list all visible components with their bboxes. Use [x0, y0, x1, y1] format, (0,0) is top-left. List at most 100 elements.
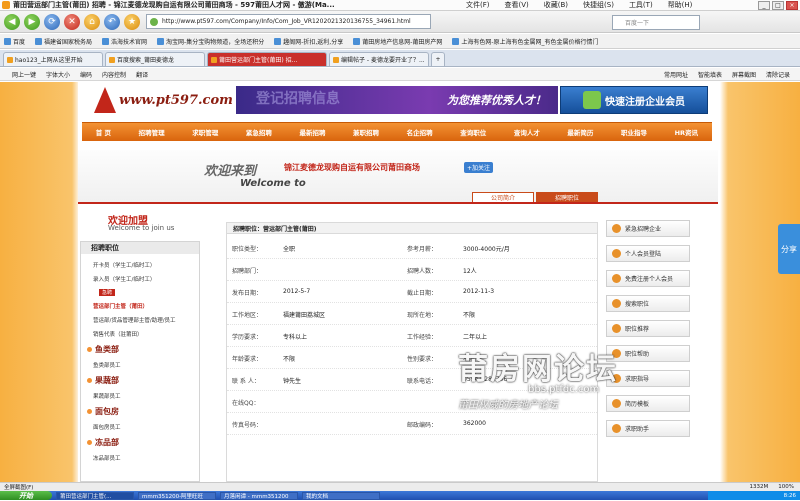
- menu-favorites[interactable]: 收藏(B): [544, 0, 568, 10]
- job-link[interactable]: 鱼类部员工: [87, 358, 199, 372]
- toolbar-item[interactable]: 内容控制: [102, 70, 126, 79]
- sidebar-action-button[interactable]: 免费注册个人会员: [606, 270, 690, 287]
- address-bar[interactable]: http://www.pt597.com/Company/Info/Com_Jo…: [146, 14, 431, 29]
- toolbar-item[interactable]: 翻译: [136, 70, 148, 79]
- bookmark-item[interactable]: 浩海技术官网: [102, 37, 147, 46]
- bookmark-item[interactable]: 趣阁网-折扣,返利,分享: [274, 37, 343, 46]
- bookmark-item[interactable]: 淘宝网-集分宝购物频道，全场还积分: [157, 37, 264, 46]
- bookmark-item[interactable]: 福建省国家税务局: [35, 37, 92, 46]
- menu-help[interactable]: 帮助(H): [668, 0, 693, 10]
- job-link-current[interactable]: 营运部门主管（莆田）: [87, 299, 199, 313]
- nav-item[interactable]: 最新简历: [567, 127, 593, 137]
- toolbar-item[interactable]: 清除记录: [766, 70, 790, 79]
- divider: [78, 202, 718, 204]
- nav-item[interactable]: 名企招聘: [407, 127, 433, 137]
- site-logo[interactable]: www.pt597.com: [94, 86, 239, 114]
- nav-home[interactable]: 首 页: [96, 127, 111, 137]
- follow-button[interactable]: +加关注: [464, 162, 494, 173]
- taskbar-item[interactable]: mmm351200-阿里旺旺: [138, 491, 216, 500]
- job-category-list: 开卡员（学生工/临时工） 录入员（学生工/临时工） 急聘 营运部门主管（莆田） 营运部/…: [87, 258, 199, 465]
- detail-value: 不限: [283, 356, 296, 363]
- browser-tab[interactable]: 百度搜索_莆田麦德龙: [105, 52, 205, 66]
- toolbar-item[interactable]: 字体大小: [46, 70, 70, 79]
- taskbar-item[interactable]: 我的文档: [302, 491, 380, 500]
- sidebar-action-button[interactable]: 职位推荐: [606, 320, 690, 337]
- job-link[interactable]: 开卡员（学生工/临时工）: [87, 258, 199, 272]
- menu-bar: 文件(F) 查看(V) 收藏(B) 快捷组(S) 工具(T) 帮助(H): [466, 0, 692, 10]
- page-content: www.pt597.com 登记招聘信息 为您推荐优秀人才！ 快速注册企业会员 …: [78, 82, 718, 482]
- minimize-button[interactable]: _: [758, 0, 770, 10]
- bookmark-item[interactable]: 莆田房地产信息网-莆田房产网: [353, 37, 442, 46]
- job-link[interactable]: 销售代表（驻莆田）: [87, 327, 199, 341]
- bookmarks-bar: 百度 福建省国家税务局 浩海技术官网 淘宝网-集分宝购物频道，全场还积分 趣阁网…: [0, 34, 800, 49]
- job-link[interactable]: 冻品部员工: [87, 451, 199, 465]
- forward-icon[interactable]: ▶: [24, 13, 40, 30]
- menu-file[interactable]: 文件(F): [466, 0, 490, 10]
- detail-row: 工作地区： 福建莆田荔城区 现所在地： 不限: [227, 303, 597, 325]
- sidebar-action-button[interactable]: 搜索职位: [606, 295, 690, 312]
- menu-quickgroup[interactable]: 快捷组(S): [583, 0, 614, 10]
- sidebar-action-button[interactable]: 紧急招聘企业: [606, 220, 690, 237]
- job-link[interactable]: 面包房员工: [87, 420, 199, 434]
- undo-icon[interactable]: ↶: [104, 13, 120, 30]
- detail-label: 性别要求：: [407, 356, 438, 363]
- ad-banner[interactable]: 登记招聘信息 为您推荐优秀人才！: [236, 86, 558, 114]
- home-icon[interactable]: ⌂: [84, 13, 100, 30]
- toolbar-item[interactable]: 编码: [80, 70, 92, 79]
- register-company-button[interactable]: 快速注册企业会员: [560, 86, 708, 114]
- toolbar-item[interactable]: 智能填表: [698, 70, 722, 79]
- toolbar-item[interactable]: 屏幕截图: [732, 70, 756, 79]
- browser-tab-active[interactable]: 莆田营运部门主管(莆田) 招...: [207, 52, 327, 66]
- zoom-level[interactable]: 100%: [778, 484, 794, 490]
- taskbar-item[interactable]: 月落闲谭 - mmm351200: [220, 491, 298, 500]
- job-detail-header: 招聘职位：营运部门主管(莆田): [227, 223, 597, 234]
- detail-value: 专科以上: [283, 334, 308, 341]
- category-group: 冻品部: [87, 434, 199, 451]
- nav-item[interactable]: 职业指导: [621, 127, 647, 137]
- nav-item[interactable]: 求职管理: [192, 127, 218, 137]
- detail-label: 参考月薪：: [407, 246, 438, 253]
- refresh-icon[interactable]: ⟳: [44, 13, 60, 30]
- job-link[interactable]: 果蔬部员工: [87, 389, 199, 403]
- stop-icon[interactable]: ✕: [64, 13, 80, 30]
- welcome-title: 欢迎来到: [204, 164, 257, 179]
- toolbar-item[interactable]: 常用网址: [664, 70, 688, 79]
- window-titlebar: 莆田营运部门主管(莆田) 招聘 - 锦江麦德龙现购自运有限公司莆田商场 - 59…: [0, 0, 800, 11]
- back-icon[interactable]: ◀: [4, 13, 20, 30]
- toolbar-item[interactable]: 网上一键: [12, 70, 36, 79]
- bookmark-item[interactable]: 上海有色网-原上海有色金属网_有色金属价格行情门: [452, 37, 599, 46]
- browser-tab[interactable]: hao123_上网从这里开始: [3, 52, 103, 66]
- bookmark-icon: [102, 37, 110, 45]
- maximize-button[interactable]: □: [772, 0, 784, 10]
- address-url: http://www.pt597.com/Company/Info/Com_Jo…: [162, 18, 411, 25]
- bullet-icon: [87, 440, 92, 445]
- bookmark-item[interactable]: 百度: [4, 37, 25, 46]
- share-tab[interactable]: 分享: [778, 224, 800, 274]
- detail-label: 工作地区：: [232, 312, 263, 319]
- nav-item[interactable]: 兼职招聘: [353, 127, 379, 137]
- sidebar-action-button[interactable]: 个人会员登陆: [606, 245, 690, 262]
- register-icon: [583, 91, 601, 109]
- start-button[interactable]: 开始: [0, 491, 52, 500]
- search-input[interactable]: 百度一下: [612, 15, 700, 30]
- browser-tab[interactable]: 编辑帖子 - 麦德龙要开业了？...: [329, 52, 429, 66]
- new-tab-button[interactable]: +: [431, 52, 445, 66]
- favorites-icon[interactable]: ★: [124, 13, 140, 30]
- logo-mark-icon: [94, 87, 116, 113]
- nav-item[interactable]: 招聘管理: [139, 127, 165, 137]
- nav-item[interactable]: 查询人才: [514, 127, 540, 137]
- detail-label: 职位类型：: [232, 246, 263, 253]
- close-button[interactable]: ×: [786, 0, 798, 10]
- menu-tools[interactable]: 工具(T): [629, 0, 653, 10]
- company-welcome: 欢迎来到 Welcome to 锦江麦德龙现购自运有限公司莆田商场 +加关注 公…: [78, 150, 718, 203]
- bookmark-icon: [157, 37, 165, 45]
- job-link[interactable]: 营运部/货品管理部主管/助理/员工: [87, 313, 199, 327]
- category-group: 鱼类部: [87, 341, 199, 358]
- job-link[interactable]: 录入员（学生工/临时工）: [87, 272, 199, 286]
- nav-item[interactable]: 紧急招聘: [246, 127, 272, 137]
- nav-item[interactable]: 查询职位: [460, 127, 486, 137]
- taskbar-item[interactable]: 莆田营运部门主管(...: [56, 491, 134, 500]
- menu-view[interactable]: 查看(V): [505, 0, 529, 10]
- nav-item[interactable]: HR资讯: [675, 127, 698, 137]
- nav-item[interactable]: 最新招聘: [299, 127, 325, 137]
